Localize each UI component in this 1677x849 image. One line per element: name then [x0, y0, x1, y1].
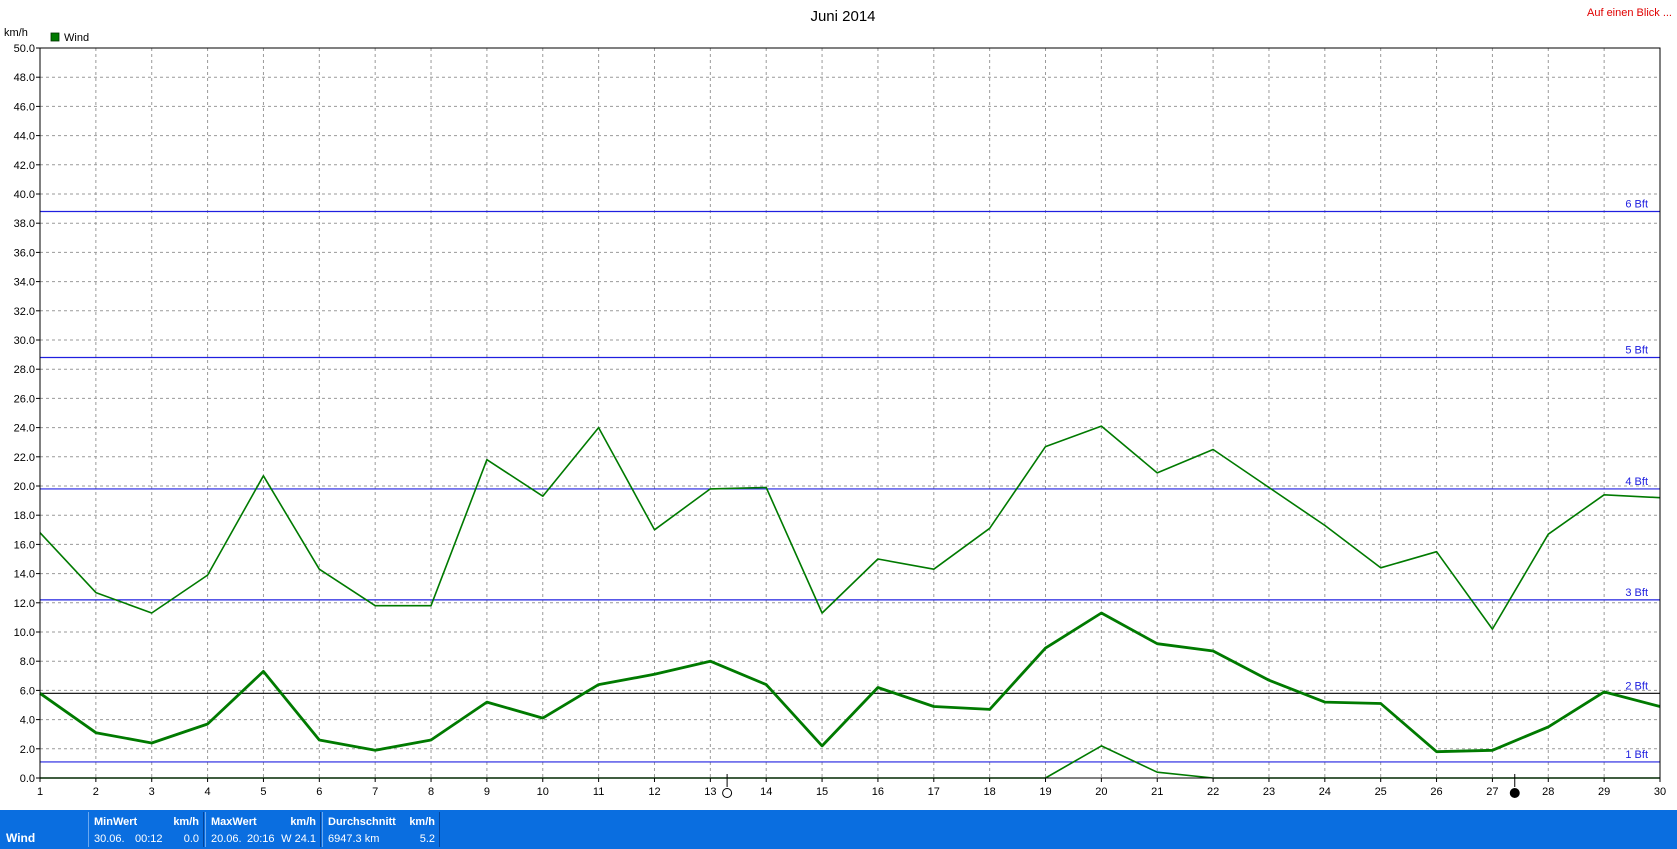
y-axis-unit: km/h	[4, 27, 28, 39]
y-tick-label: 46.0	[14, 101, 35, 113]
y-tick-label: 32.0	[14, 306, 35, 318]
wind-chart: Juni 2014 Auf einen Blick ... km/h Wind …	[4, 7, 1672, 798]
overview-link[interactable]: Auf einen Blick ...	[1587, 7, 1672, 19]
x-tick-label: 12	[648, 786, 660, 798]
x-tick-label: 24	[1319, 786, 1331, 798]
min-value-cell: MinWert km/h 30.06. 00:12 0.0	[88, 812, 204, 847]
avg-header: Durchschnitt	[328, 816, 396, 828]
beaufort-label: 4 Bft	[1625, 476, 1648, 488]
plot-frame	[39, 47, 1661, 779]
x-tick-label: 21	[1151, 786, 1163, 798]
y-tick-label: 42.0	[14, 160, 35, 172]
y-tick-label: 50.0	[14, 43, 35, 55]
y-tick-label: 8.0	[20, 656, 35, 668]
min-header: MinWert	[94, 816, 138, 828]
x-tick-label: 3	[149, 786, 155, 798]
x-tick-label: 18	[984, 786, 996, 798]
x-tick-label: 25	[1375, 786, 1387, 798]
y-tick-label: 12.0	[14, 598, 35, 610]
x-tick-label: 13	[704, 786, 716, 798]
y-tick-label: 20.0	[14, 481, 35, 493]
x-tick-label: 27	[1486, 786, 1498, 798]
x-tick-label: 26	[1430, 786, 1442, 798]
x-tick-label: 9	[484, 786, 490, 798]
beaufort-label: 6 Bft	[1625, 199, 1648, 211]
min-date: 30.06.	[94, 833, 125, 845]
max-unit: km/h	[290, 816, 316, 828]
y-tick-label: 10.0	[14, 627, 35, 639]
x-tick-label: 7	[372, 786, 378, 798]
x-tick-label: 6	[316, 786, 322, 798]
x-tick-label: 5	[260, 786, 266, 798]
max-value-cell: MaxWert km/h 20.06. 20:16 W 24.1	[205, 812, 321, 847]
legend-label: Wind	[64, 32, 89, 44]
max-header: MaxWert	[211, 816, 257, 828]
footer-row-label: Wind	[6, 831, 36, 845]
avg-unit: km/h	[409, 816, 435, 828]
chart-title: Juni 2014	[810, 8, 875, 25]
x-tick-label: 16	[872, 786, 884, 798]
x-tick-label: 11	[593, 786, 604, 798]
x-tick-label: 23	[1263, 786, 1275, 798]
x-tick-label: 10	[537, 786, 549, 798]
y-tick-label: 16.0	[14, 539, 35, 551]
full-moon-icon	[722, 788, 733, 798]
x-tick-label: 30	[1654, 786, 1666, 798]
avg-distance: 6947.3 km	[328, 833, 380, 845]
y-tick-label: 48.0	[14, 72, 35, 84]
y-tick-label: 0.0	[20, 773, 35, 785]
beaufort-label: 5 Bft	[1625, 345, 1648, 357]
x-tick-label: 8	[428, 786, 434, 798]
max-dir-value: W 24.1	[281, 833, 316, 845]
x-tick-label: 29	[1598, 786, 1610, 798]
wind-series-line-2	[39, 611, 1661, 754]
x-tick-label: 20	[1095, 786, 1107, 798]
y-tick-label: 40.0	[14, 189, 35, 201]
footer-bar: Wind MinWert km/h 30.06. 00:12 0.0 MaxWe…	[0, 810, 1677, 849]
x-tick-label: 1	[37, 786, 43, 798]
x-tick-label: 22	[1207, 786, 1219, 798]
max-time: 20:16	[247, 833, 275, 845]
x-tick-label: 15	[816, 786, 828, 798]
min-time: 00:12	[135, 833, 163, 845]
y-tick-label: 26.0	[14, 393, 35, 405]
beaufort-label: 3 Bft	[1625, 587, 1648, 599]
y-tick-label: 6.0	[20, 685, 35, 697]
avg-value: 5.2	[419, 833, 435, 845]
x-tick-label: 19	[1039, 786, 1051, 798]
y-tick-label: 30.0	[14, 335, 35, 347]
average-cell: Durchschnitt km/h 6947.3 km 5.2	[322, 812, 440, 847]
min-value: 0.0	[183, 833, 199, 845]
y-tick-label: 38.0	[14, 218, 35, 230]
y-tick-label: 24.0	[14, 423, 35, 435]
y-tick-label: 2.0	[20, 744, 35, 756]
max-date: 20.06.	[211, 833, 242, 845]
y-tick-label: 36.0	[14, 247, 35, 259]
x-tick-label: 28	[1542, 786, 1554, 798]
x-tick-label: 4	[205, 786, 211, 798]
min-unit: km/h	[173, 816, 199, 828]
new-moon-icon	[1509, 788, 1520, 798]
x-tick-label: 2	[93, 786, 99, 798]
y-tick-label: 4.0	[20, 715, 35, 727]
y-tick-label: 22.0	[14, 452, 35, 464]
x-tick-label: 14	[760, 786, 772, 798]
y-tick-label: 18.0	[14, 510, 35, 522]
y-tick-label: 28.0	[14, 364, 35, 376]
beaufort-label: 2 Bft	[1625, 680, 1648, 692]
y-tick-label: 34.0	[14, 277, 35, 289]
y-tick-label: 44.0	[14, 131, 35, 143]
x-tick-label: 17	[928, 786, 940, 798]
legend-swatch	[50, 32, 60, 42]
y-tick-label: 14.0	[14, 569, 35, 581]
beaufort-label: 1 Bft	[1625, 749, 1648, 761]
